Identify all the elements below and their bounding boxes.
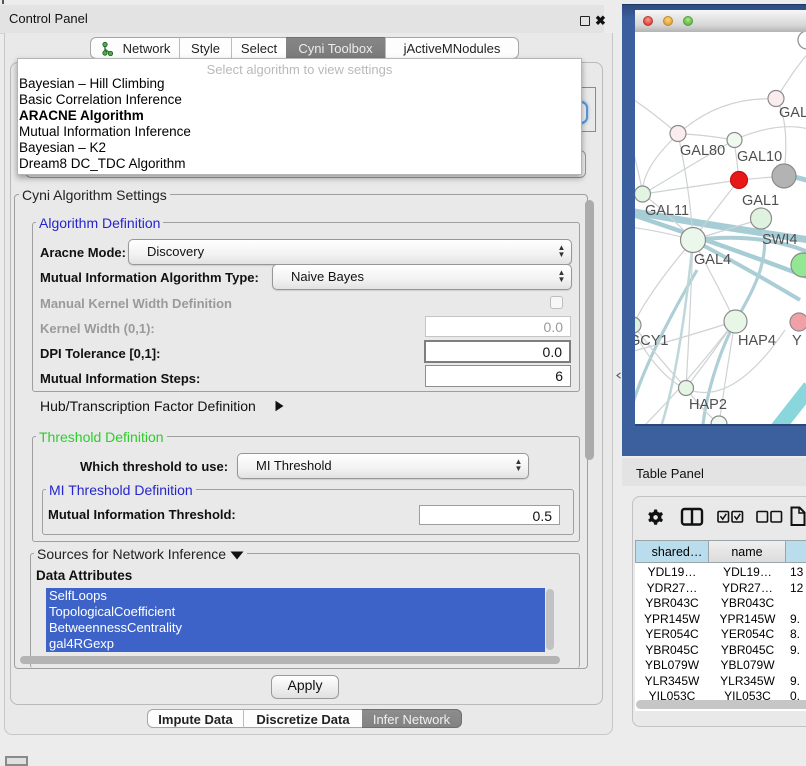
svg-text:GAL80: GAL80 — [680, 143, 725, 159]
svg-text:GAL1: GAL1 — [742, 193, 779, 209]
svg-text:HAP2: HAP2 — [689, 397, 727, 413]
svg-text:GAL: GAL — [779, 105, 806, 121]
svg-text:GAL11: GAL11 — [645, 203, 689, 219]
svg-text:GAL10: GAL10 — [737, 149, 782, 165]
svg-text:SWI4: SWI4 — [762, 232, 797, 248]
svg-text:Y: Y — [792, 333, 802, 349]
svg-text:GCY1: GCY1 — [635, 333, 669, 349]
svg-text:HAP4: HAP4 — [738, 333, 776, 349]
svg-text:GAL4: GAL4 — [694, 252, 731, 268]
